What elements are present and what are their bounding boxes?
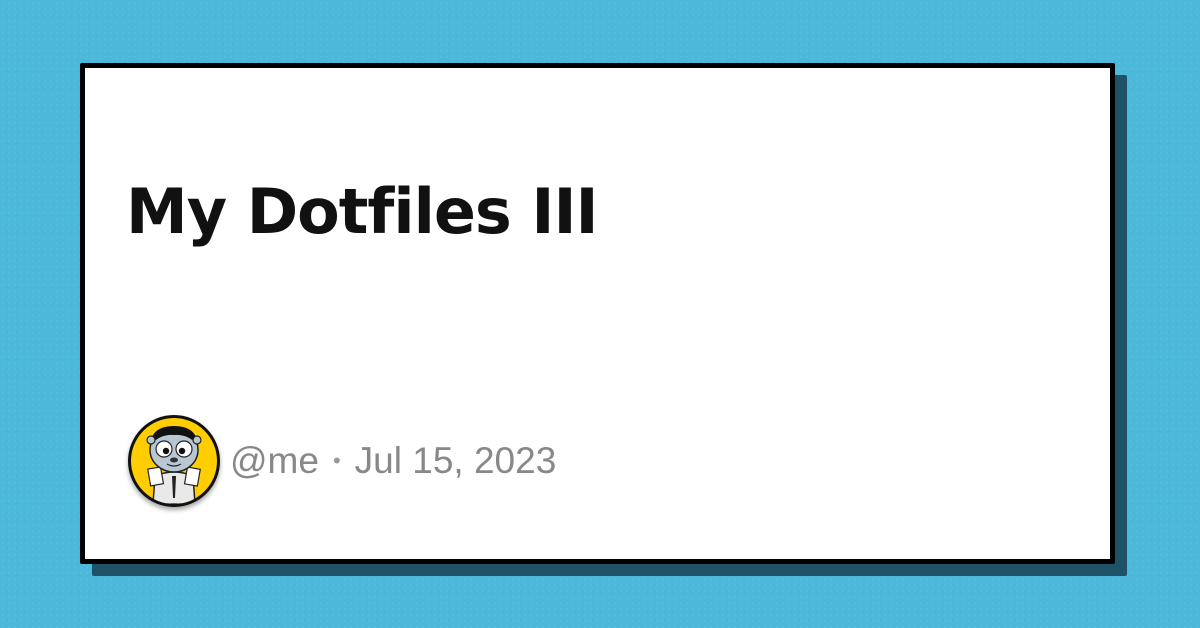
author-handle[interactable]: @me <box>230 440 319 482</box>
byline: @me • Jul 15, 2023 <box>230 440 556 482</box>
author-avatar <box>128 415 220 507</box>
post-card[interactable]: My Dotfiles III @me • Jul 15, 2023 <box>80 63 1115 564</box>
post-title: My Dotfiles III <box>126 175 599 248</box>
meta-separator: • <box>332 448 341 473</box>
post-date: Jul 15, 2023 <box>354 440 557 481</box>
gopher-avatar-icon <box>146 426 202 504</box>
post-meta: @me • Jul 15, 2023 <box>128 415 556 507</box>
